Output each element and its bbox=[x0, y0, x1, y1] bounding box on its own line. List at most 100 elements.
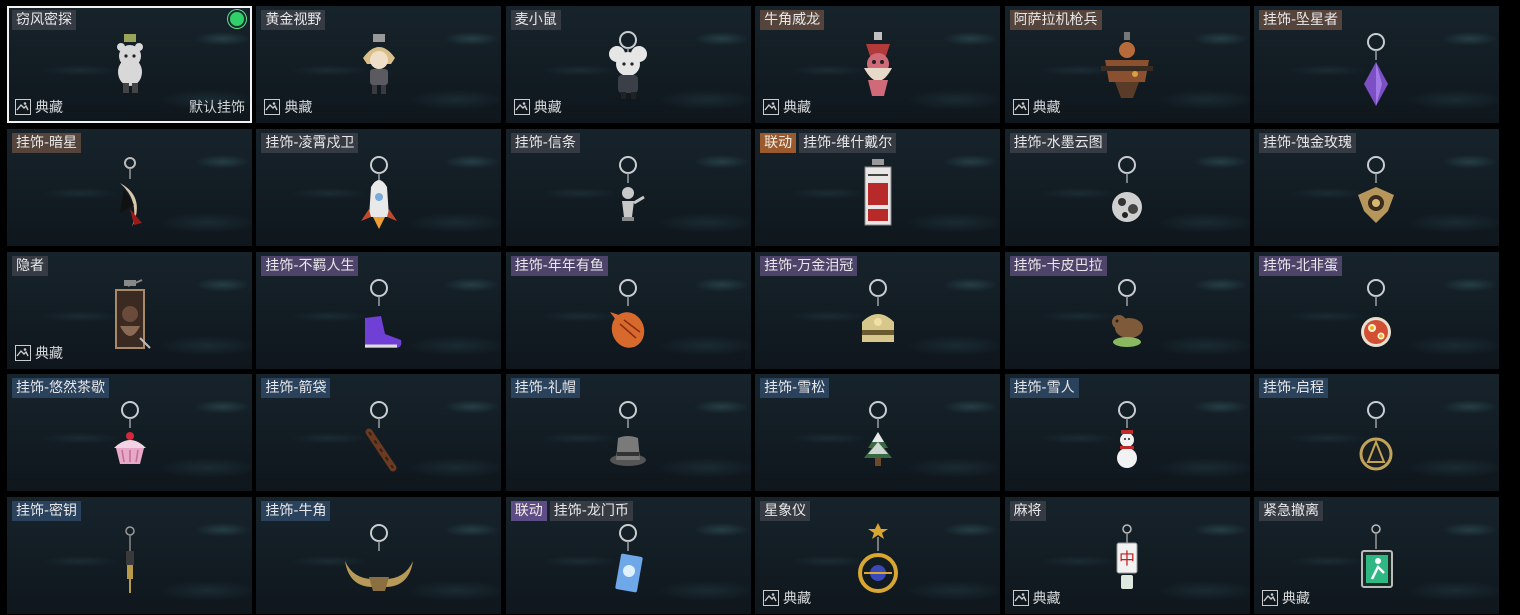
charm-name: 阿萨拉机枪兵 bbox=[1009, 10, 1102, 30]
charm-card[interactable]: 挂饰-密钥 bbox=[7, 497, 252, 615]
charm-card[interactable]: 挂饰-悠然茶歇 bbox=[7, 374, 252, 492]
default-charm-label: 默认挂饰 bbox=[189, 100, 245, 116]
charm-name-label: 挂饰-箭袋 bbox=[261, 378, 331, 399]
blue-coin-card-icon bbox=[615, 524, 643, 593]
dragon-figure-icon bbox=[863, 32, 892, 96]
collection-landscape-icon bbox=[264, 99, 281, 115]
compass-emblem-icon bbox=[1336, 398, 1416, 482]
purple-sneaker-icon bbox=[364, 278, 402, 348]
collection-label: 典藏 bbox=[35, 345, 63, 362]
collection-label: 典藏 bbox=[284, 100, 313, 116]
collection-label: 典藏 bbox=[783, 100, 812, 116]
capybara-icon bbox=[1087, 276, 1167, 360]
collection-landscape-icon bbox=[513, 99, 530, 115]
charm-card[interactable]: 麦小鼠 典藏 bbox=[505, 6, 751, 123]
charm-card[interactable]: 挂饰-雪人 bbox=[1004, 374, 1250, 492]
charm-card[interactable]: 挂饰-凌霄戍卫 bbox=[256, 128, 502, 246]
shakshuka-icon bbox=[1336, 276, 1416, 360]
charm-name: 挂饰-水墨云图 bbox=[1009, 132, 1107, 153]
charm-name-label: 挂饰-雪人 bbox=[1009, 378, 1079, 399]
collection-label: 典藏 bbox=[1281, 591, 1310, 608]
charm-name-label: 隐者 bbox=[12, 255, 48, 276]
bull-horns-icon bbox=[344, 524, 413, 592]
astrolabe-icon bbox=[857, 523, 898, 594]
charm-card[interactable]: 挂饰-启程 bbox=[1253, 374, 1499, 492]
charm-name-label: 挂饰-雪松 bbox=[760, 378, 830, 399]
red-card-icon bbox=[864, 158, 892, 226]
top-hat-icon bbox=[588, 398, 668, 482]
rocket-charm-icon bbox=[339, 153, 419, 237]
svg-text:中: 中 bbox=[1119, 549, 1135, 568]
charm-card[interactable]: 挂饰-信条 bbox=[505, 128, 751, 246]
collection-label: 典藏 bbox=[783, 591, 812, 608]
charm-name: 挂饰-牛角 bbox=[261, 501, 331, 522]
collab-badge: 联动 bbox=[510, 501, 547, 522]
charm-card[interactable]: 挂饰-礼帽 bbox=[505, 374, 751, 492]
rocket-charm-icon bbox=[360, 155, 397, 229]
charm-name: 挂饰-启程 bbox=[1258, 378, 1329, 399]
charm-name-label: 挂饰-凌霄戍卫 bbox=[261, 132, 359, 153]
charm-name: 挂饰-蚀金玫瑰 bbox=[1258, 132, 1357, 153]
charm-card[interactable]: 挂饰-万金泪冠 bbox=[755, 251, 1001, 369]
charm-card[interactable]: 挂饰-蚀金玫瑰 bbox=[1253, 128, 1499, 246]
charm-card[interactable]: 黄金视野典藏 bbox=[256, 6, 502, 123]
charm-name-label: 挂饰-悠然茶歇 bbox=[12, 378, 110, 399]
charm-name: 黄金视野 bbox=[261, 10, 326, 30]
collection-landscape-icon bbox=[763, 99, 780, 115]
crescent-pendant-icon bbox=[119, 156, 142, 227]
charm-name: 挂饰-不羁人生 bbox=[261, 255, 359, 276]
charm-card[interactable]: 联动 挂饰-维什戴尔 bbox=[755, 128, 1001, 246]
charm-card[interactable]: 窃风密探 典藏 默认挂饰 bbox=[7, 6, 252, 123]
charm-card[interactable]: 挂饰-年年有鱼 bbox=[505, 251, 751, 369]
charm-name-label: 牛角威龙 bbox=[760, 10, 825, 30]
snow-tree-icon bbox=[863, 401, 892, 467]
charm-name: 挂饰-维什戴尔 bbox=[799, 132, 897, 153]
charm-name: 挂饰-箭袋 bbox=[261, 378, 331, 399]
charm-card[interactable]: 联动 挂饰-龙门币 bbox=[505, 497, 751, 615]
collection-label: 典藏 bbox=[1032, 591, 1061, 608]
charm-name-label: 麻将 bbox=[1009, 501, 1046, 522]
hermit-card-icon bbox=[90, 276, 170, 360]
charm-card[interactable]: 挂饰-卡皮巴拉 bbox=[1004, 251, 1250, 369]
charm-card[interactable]: 紧急撤离 典藏 bbox=[1253, 497, 1499, 615]
mahjong-tile-icon: 中 bbox=[1116, 524, 1138, 590]
blond-doll-icon bbox=[362, 34, 395, 94]
charm-card[interactable]: 挂饰-不羁人生 bbox=[256, 251, 502, 369]
charm-card[interactable]: 挂饰-北非蛋 bbox=[1253, 251, 1499, 369]
collection-landscape-icon bbox=[1012, 590, 1029, 607]
mouse-mascot-icon bbox=[609, 31, 648, 99]
charm-name: 窃风密探 bbox=[12, 10, 76, 30]
charm-card[interactable]: 星象仪典藏 bbox=[755, 497, 1001, 615]
bear-mascot-icon bbox=[116, 34, 143, 93]
collection-badge: 典藏 bbox=[15, 343, 63, 363]
charm-card[interactable]: 麻将中典藏 bbox=[1004, 497, 1250, 615]
charm-name: 挂饰-暗星 bbox=[12, 132, 82, 153]
charm-card[interactable]: 挂饰-暗星 bbox=[7, 128, 252, 246]
charm-card[interactable]: 隐者典藏 bbox=[7, 251, 252, 369]
charm-name: 挂饰-雪松 bbox=[760, 378, 830, 399]
charm-name: 挂饰-密钥 bbox=[12, 501, 82, 522]
exit-sign-icon bbox=[1361, 524, 1394, 589]
snowman-icon bbox=[1117, 401, 1138, 469]
charm-card[interactable]: 牛角威龙典藏 bbox=[755, 6, 1001, 123]
charm-card[interactable]: 挂饰-牛角 bbox=[256, 497, 502, 615]
charm-name: 挂饰-雪人 bbox=[1009, 378, 1079, 399]
charm-card[interactable]: 阿萨拉机枪兵 典藏 bbox=[1004, 6, 1250, 123]
collection-badge: 典藏 bbox=[513, 97, 562, 117]
gunner-figure-icon bbox=[1087, 30, 1167, 114]
top-hat-icon bbox=[610, 401, 647, 467]
charm-name: 牛角威龙 bbox=[760, 10, 825, 30]
charm-card[interactable]: 挂饰-水墨云图 bbox=[1004, 128, 1250, 246]
charm-name-label: 麦小鼠 bbox=[510, 10, 561, 30]
collection-landscape-icon bbox=[15, 99, 31, 115]
charm-card[interactable]: 挂饰-雪松 bbox=[755, 374, 1001, 492]
charm-name: 挂饰-信条 bbox=[510, 132, 580, 153]
collection-landscape-icon bbox=[1261, 590, 1278, 607]
charm-card[interactable]: 挂饰-坠星者 bbox=[1253, 6, 1499, 123]
charm-name: 星象仪 bbox=[760, 501, 811, 522]
mahjong-tile-icon: 中 bbox=[1087, 521, 1167, 605]
charm-name: 挂饰-万金泪冠 bbox=[760, 255, 858, 276]
gold-crown-icon bbox=[861, 278, 894, 342]
charm-name-label: 挂饰-水墨云图 bbox=[1009, 132, 1107, 153]
charm-card[interactable]: 挂饰-箭袋 bbox=[256, 374, 502, 492]
